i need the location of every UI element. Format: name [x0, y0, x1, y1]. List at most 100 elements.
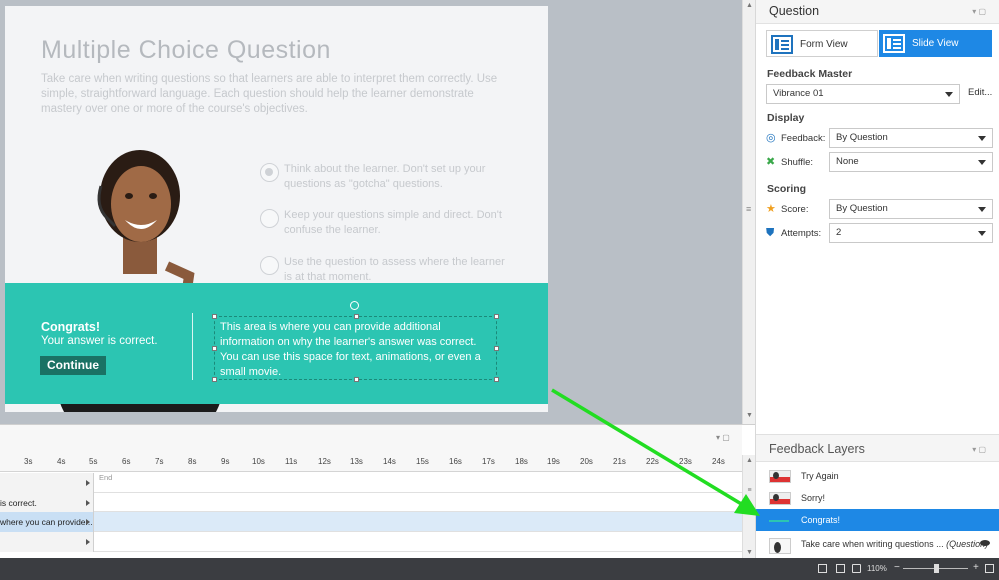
score-field-label: Score:	[781, 204, 809, 215]
ruler-tick: 3s	[24, 457, 33, 466]
ruler-tick: 17s	[482, 457, 495, 466]
layer-base-question[interactable]: Take care when writing questions ... (Qu…	[756, 533, 999, 559]
timeline-track-selected[interactable]: where you can provide...	[0, 512, 742, 532]
rotate-handle-icon[interactable]	[350, 301, 359, 310]
expand-arrow-icon[interactable]	[86, 519, 90, 525]
feedback-master-dropdown[interactable]: Vibrance 01	[766, 84, 960, 104]
answer-choice-2[interactable]: Keep your questions simple and direct. D…	[260, 208, 510, 237]
shield-icon: ⛊	[766, 227, 775, 239]
ruler-tick: 13s	[350, 457, 363, 466]
panel-options-icon[interactable]: ▾ ▢	[972, 7, 986, 16]
radio-selected-icon	[260, 163, 279, 182]
track-name[interactable]	[0, 532, 94, 552]
expand-arrow-icon[interactable]	[86, 500, 90, 506]
slide-view-label: Slide View	[912, 38, 959, 49]
ruler-tick: 4s	[57, 457, 66, 466]
eye-icon[interactable]	[980, 540, 990, 546]
shuffle-field-label: Shuffle:	[781, 157, 814, 168]
zoom-slider-knob[interactable]	[934, 564, 939, 573]
resize-handle[interactable]	[212, 346, 217, 351]
resize-handle[interactable]	[494, 346, 499, 351]
feedback-dropdown[interactable]: By Question	[829, 128, 993, 148]
feedback-heading[interactable]: Congrats!	[41, 320, 100, 334]
feedback-text-box[interactable]: This area is where you can provide addit…	[212, 314, 499, 382]
expand-arrow-icon[interactable]	[86, 480, 90, 486]
scoring-section-label: Scoring	[767, 183, 807, 195]
zoom-out-icon[interactable]: −	[894, 562, 900, 573]
slide-description[interactable]: Take care when writing questions so that…	[41, 72, 501, 117]
score-dropdown[interactable]: By Question	[829, 199, 993, 219]
continue-button[interactable]: Continue	[40, 356, 106, 375]
zoom-level[interactable]: 110%	[867, 564, 887, 573]
ruler-tick: 11s	[285, 457, 298, 466]
feedback-subtext[interactable]: Your answer is correct.	[41, 335, 158, 347]
resize-handle[interactable]	[354, 377, 359, 382]
track-name[interactable]: where you can provide...	[0, 512, 94, 532]
answer-choice-1[interactable]: Think about the learner. Don't set up yo…	[260, 162, 510, 191]
ruler-tick: 18s	[515, 457, 528, 466]
scroll-up-icon[interactable]: ▲	[743, 455, 756, 467]
form-view-button[interactable]: Form View	[766, 30, 878, 57]
ruler-tick: 5s	[89, 457, 98, 466]
zoom-in-icon[interactable]: +	[973, 562, 979, 573]
ruler-tick: 22s	[646, 457, 659, 466]
expand-arrow-icon[interactable]	[86, 539, 90, 545]
slide-canvas[interactable]: Multiple Choice Question Take care when …	[5, 6, 548, 412]
resize-handle[interactable]	[494, 314, 499, 319]
dropdown-value: None	[836, 156, 859, 167]
timeline-track-empty[interactable]	[0, 532, 742, 552]
timeline-scrollbar[interactable]: ▲ ≡ ▼	[742, 455, 755, 559]
dropdown-value: By Question	[836, 132, 888, 143]
resize-handle[interactable]	[354, 314, 359, 319]
track-name[interactable]: is correct.	[0, 493, 94, 513]
feedback-layer-band[interactable]: Congrats! Your answer is correct. Contin…	[5, 283, 548, 404]
splitter-grip-icon[interactable]: ≡	[743, 485, 756, 497]
feedback-icon: ◎	[766, 132, 776, 144]
ruler-tick: 24s	[712, 457, 725, 466]
edit-master-link[interactable]: Edit...	[968, 87, 992, 98]
divider	[192, 313, 193, 380]
answer-choice-label: Think about the learner. Don't set up yo…	[284, 163, 486, 190]
layer-label: Try Again	[801, 471, 839, 481]
feedback-body-text: This area is where you can provide addit…	[220, 321, 481, 378]
resize-handle[interactable]	[494, 377, 499, 382]
panel-options-icon[interactable]: ▾ ▢	[716, 433, 730, 442]
ruler-tick: 21s	[613, 457, 626, 466]
resize-handle[interactable]	[212, 377, 217, 382]
track-label: where you can provide...	[0, 517, 93, 527]
stage-scrollbar[interactable]: ▲ ≡ ▼	[742, 0, 755, 424]
feedback-master-label: Feedback Master	[767, 68, 853, 80]
question-panel-header: Question ▾ ▢	[756, 0, 999, 24]
slide-title[interactable]: Multiple Choice Question	[41, 36, 331, 65]
ruler-tick: 23s	[679, 457, 692, 466]
answer-choice-3[interactable]: Use the question to assess where the lea…	[260, 255, 510, 284]
shuffle-dropdown[interactable]: None	[829, 152, 993, 172]
layer-try-again[interactable]: Try Again	[756, 465, 999, 487]
shuffle-icon: ✖	[766, 156, 776, 168]
reading-view-icon[interactable]	[852, 564, 861, 573]
splitter-grip-icon[interactable]: ≡	[746, 204, 751, 214]
slide-view-icon	[883, 34, 905, 53]
track-name[interactable]	[0, 473, 94, 493]
fit-to-window-icon[interactable]	[985, 564, 994, 573]
timeline: ▾ ▢ 3s 4s 5s 6s 7s 8s 9s 10s 11s 12s 13s…	[0, 424, 755, 559]
timeline-ruler[interactable]: 3s 4s 5s 6s 7s 8s 9s 10s 11s 12s 13s 14s…	[0, 452, 742, 472]
attempts-dropdown[interactable]: 2	[829, 223, 993, 243]
base-layer-title: Take care when writing questions ...	[801, 539, 944, 549]
layer-thumbnail	[769, 538, 791, 554]
resize-handle[interactable]	[212, 314, 217, 319]
feedback-field-label: Feedback:	[781, 133, 826, 144]
answer-choice-label: Keep your questions simple and direct. D…	[284, 209, 502, 236]
slide-sorter-icon[interactable]	[836, 564, 845, 573]
panel-options-icon[interactable]: ▾ ▢	[972, 445, 986, 454]
normal-view-icon[interactable]	[818, 564, 827, 573]
timeline-track[interactable]: is correct.	[0, 493, 742, 513]
slide-view-button[interactable]: Slide View	[879, 30, 992, 57]
ruler-tick: 6s	[122, 457, 131, 466]
ruler-tick: 7s	[155, 457, 164, 466]
dropdown-value: 2	[836, 227, 842, 238]
layer-congrats[interactable]: Congrats!	[756, 509, 999, 531]
layer-sorry[interactable]: Sorry!	[756, 487, 999, 509]
layer-thumbnail	[769, 492, 791, 505]
ruler-tick: 9s	[221, 457, 230, 466]
